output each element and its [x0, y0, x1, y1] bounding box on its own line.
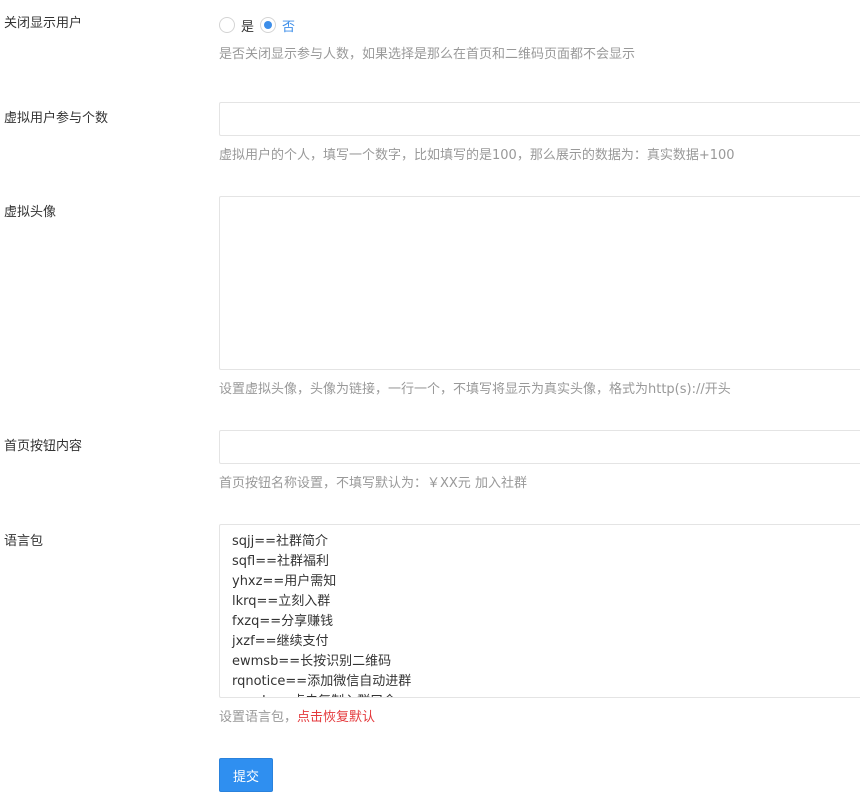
settings-form: 关闭显示用户 是 否 是否关闭显示参与人数，如果选择是那么在首页和二维码页面都不…: [0, 0, 860, 799]
reset-default-link[interactable]: 点击恢复默认: [297, 710, 375, 725]
virtual-count-help: 虚拟用户的个人，填写一个数字，比如填写的是100，那么展示的数据为：真实数据+1…: [219, 148, 735, 163]
virtual-avatar-textarea[interactable]: [219, 196, 860, 370]
language-pack-textarea[interactable]: sqjj==社群简介 sqfl==社群福利 yhxz==用户需知 lkrq==立…: [219, 524, 860, 698]
virtual-avatar-label: 虚拟头像: [4, 205, 57, 220]
virtual-avatar-help: 设置虚拟头像，头像为链接，一行一个，不填写将显示为真实头像，格式为http(s)…: [219, 382, 731, 397]
radio-no-circle[interactable]: [260, 17, 277, 33]
radio-yes-label: 是: [241, 19, 255, 35]
home-button-label: 首页按钮内容: [4, 439, 83, 454]
radio-no[interactable]: 否: [260, 16, 295, 35]
home-button-help: 首页按钮名称设置，不填写默认为：￥XX元 加入社群: [219, 476, 527, 491]
virtual-count-label: 虚拟用户参与个数: [4, 111, 109, 126]
home-button-input[interactable]: [219, 430, 860, 464]
radio-yes-circle[interactable]: [219, 17, 235, 33]
close-display-radio-group: 是 否: [219, 15, 301, 35]
language-pack-label: 语言包: [4, 534, 44, 549]
radio-no-label: 否: [282, 19, 296, 35]
submit-button[interactable]: 提交: [219, 758, 273, 792]
close-display-label: 关闭显示用户: [4, 16, 83, 31]
language-pack-help-text: 设置语言包，: [219, 710, 298, 725]
close-display-help: 是否关闭显示参与人数，如果选择是那么在首页和二维码页面都不会显示: [219, 47, 636, 62]
virtual-count-input[interactable]: [219, 102, 860, 136]
language-pack-help: 设置语言包，点击恢复默认: [219, 710, 375, 726]
radio-yes[interactable]: 是: [219, 16, 254, 35]
